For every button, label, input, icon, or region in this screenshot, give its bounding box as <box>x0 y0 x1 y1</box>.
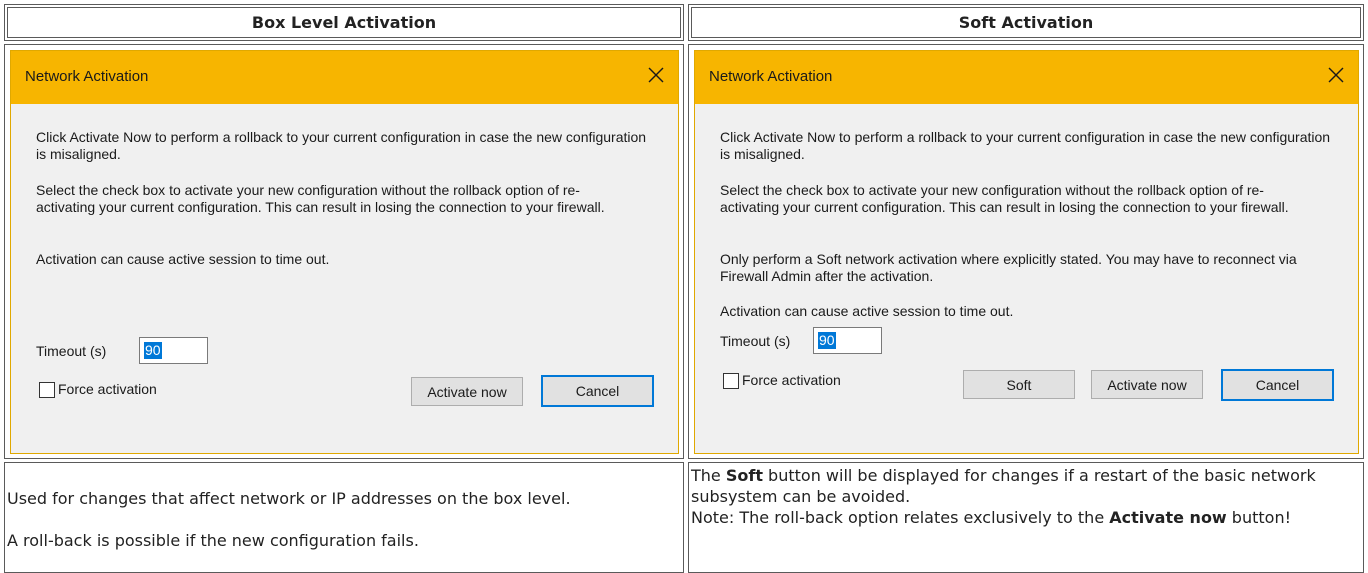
description-text: The <box>691 466 726 485</box>
force-activation-checkbox[interactable] <box>39 382 55 398</box>
screenshot-cell-right: Network Activation Click Activate Now to… <box>688 44 1364 459</box>
dialog-paragraph: Click Activate Now to perform a rollback… <box>720 129 1331 162</box>
description-cell-right: The Soft button will be displayed for ch… <box>688 462 1364 573</box>
cancel-button[interactable]: Cancel <box>1221 369 1334 401</box>
description-line: A roll-back is possible if the new confi… <box>7 531 419 550</box>
network-activation-dialog-right: Network Activation Click Activate Now to… <box>694 50 1359 454</box>
timeout-value: 90 <box>144 342 162 359</box>
dialog-title: Network Activation <box>709 68 833 85</box>
timeout-value: 90 <box>818 332 836 349</box>
timeout-label: Timeout (s) <box>36 343 107 359</box>
force-activation-checkbox[interactable] <box>723 373 739 389</box>
dialog-paragraph: Select the check box to activate your ne… <box>720 182 1289 215</box>
description-note: Note: The roll-back option relates exclu… <box>691 507 1357 528</box>
screenshot-cell-left: Network Activation Click Activate Now to… <box>4 44 684 459</box>
force-activation-label[interactable]: Force activation <box>58 381 157 397</box>
description-cell-left: Used for changes that affect network or … <box>4 462 684 573</box>
description-bold-soft: Soft <box>725 466 763 485</box>
header-cell-left: Box Level Activation <box>4 4 684 41</box>
description-line: Used for changes that affect network or … <box>7 489 571 508</box>
timeout-input[interactable]: 90 <box>139 337 208 364</box>
network-activation-dialog-left: Network Activation Click Activate Now to… <box>10 50 679 454</box>
force-activation-label[interactable]: Force activation <box>742 372 841 388</box>
timeout-label: Timeout (s) <box>720 333 791 349</box>
description-text: button! <box>1226 508 1291 527</box>
description-soft: The Soft button will be displayed for ch… <box>691 465 1357 507</box>
dialog-titlebar: Network Activation <box>11 51 678 104</box>
dialog-paragraph: Activation can cause active session to t… <box>36 251 330 267</box>
description-bold-activate: Activate now <box>1109 508 1227 527</box>
dialog-titlebar: Network Activation <box>695 51 1358 104</box>
timeout-input[interactable]: 90 <box>813 327 882 354</box>
dialog-paragraph: Select the check box to activate your ne… <box>36 182 605 215</box>
activate-now-button[interactable]: Activate now <box>1091 370 1203 399</box>
description-text: Note: The roll-back option relates exclu… <box>691 508 1110 527</box>
header-cell-right: Soft Activation <box>688 4 1364 41</box>
dialog-paragraph: Click Activate Now to perform a rollback… <box>36 129 647 162</box>
dialog-title: Network Activation <box>25 68 149 85</box>
dialog-paragraph: Activation can cause active session to t… <box>720 303 1014 319</box>
close-icon[interactable] <box>1324 63 1348 87</box>
activate-now-button[interactable]: Activate now <box>411 377 523 406</box>
description-text: button will be displayed for changes if … <box>691 466 1316 506</box>
cancel-button[interactable]: Cancel <box>541 375 654 407</box>
soft-button[interactable]: Soft <box>963 370 1075 399</box>
dialog-paragraph: Only perform a Soft network activation w… <box>720 251 1297 284</box>
close-icon[interactable] <box>644 63 668 87</box>
